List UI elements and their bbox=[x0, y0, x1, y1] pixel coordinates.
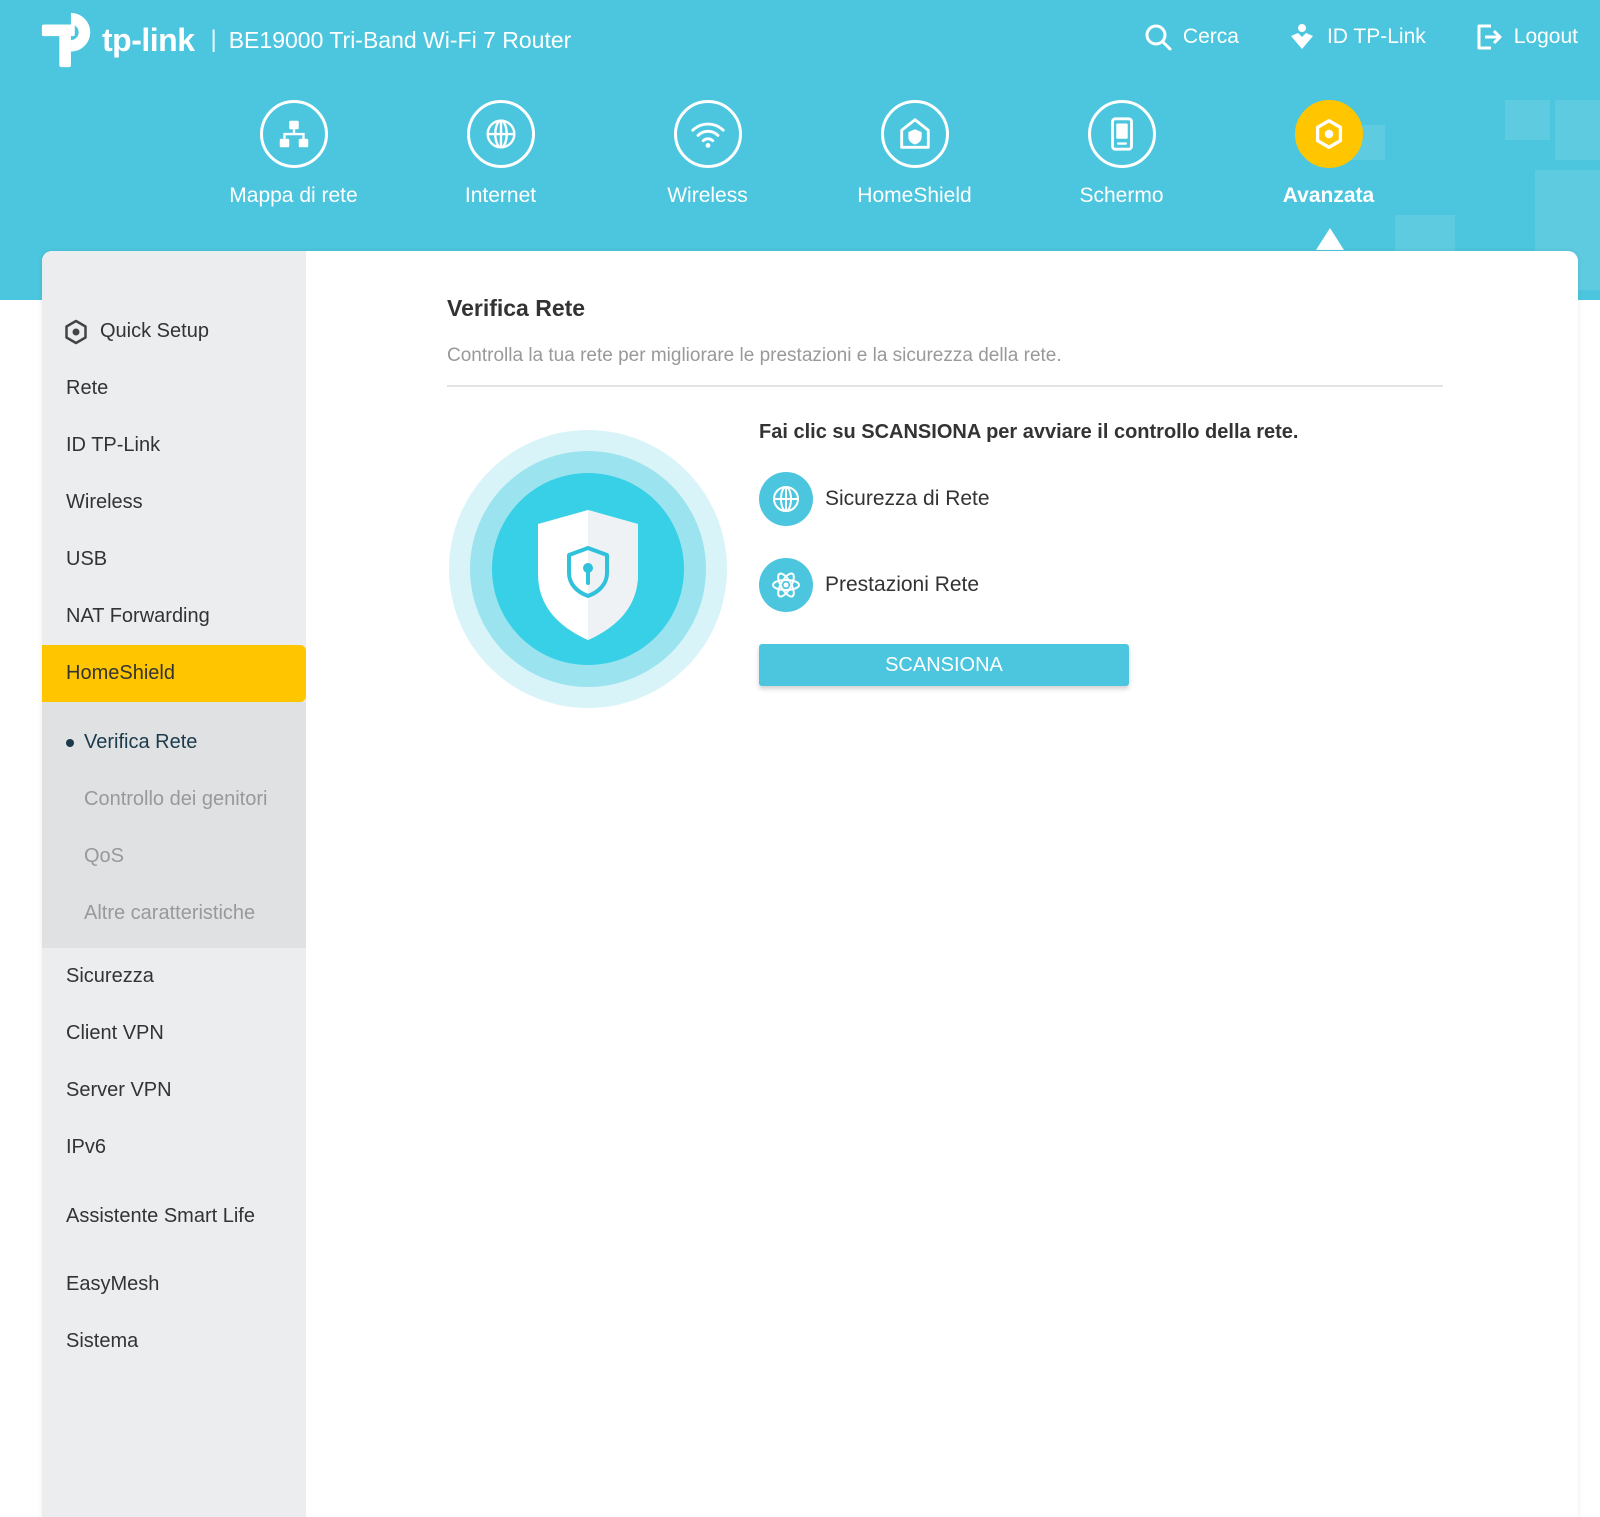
logout-label: Logout bbox=[1513, 25, 1578, 48]
sidebar-item-easymesh[interactable]: EasyMesh bbox=[42, 1256, 306, 1313]
brand-separator: | bbox=[210, 26, 217, 53]
scan-hint: Fai clic su SCANSIONA per avviare il con… bbox=[759, 421, 1299, 443]
sidebar-item-wireless[interactable]: Wireless bbox=[42, 474, 306, 531]
sidebar-item-smart-life[interactable]: Assistente Smart Life bbox=[42, 1176, 306, 1256]
globe-icon bbox=[773, 486, 799, 512]
nav-screen-label: Schermo bbox=[1079, 184, 1164, 207]
page-title: Verifica Rete bbox=[447, 295, 586, 321]
decor-square bbox=[1505, 100, 1550, 140]
check-badge bbox=[759, 558, 813, 612]
check-network-performance: Prestazioni Rete bbox=[759, 558, 1399, 612]
nav-screen-circle bbox=[1087, 100, 1156, 168]
tplink-logo-icon bbox=[41, 12, 91, 68]
nav-homeshield[interactable]: HomeShield bbox=[811, 100, 1018, 208]
sidebar-item-sicurezza[interactable]: Sicurezza bbox=[42, 948, 306, 1005]
logout-button[interactable]: Logout bbox=[1474, 22, 1578, 52]
shield-icon bbox=[449, 430, 727, 708]
network-map-icon bbox=[279, 120, 308, 148]
advanced-gear-icon bbox=[1315, 119, 1342, 149]
sidebar-item-rete[interactable]: Rete bbox=[42, 360, 306, 417]
scan-panel: Fai clic su SCANSIONA per avviare il con… bbox=[759, 421, 1399, 686]
nav-homeshield-label: HomeShield bbox=[857, 184, 972, 207]
nav-advanced-circle bbox=[1294, 100, 1363, 168]
decor-square bbox=[1555, 100, 1600, 160]
check-label: Prestazioni Rete bbox=[825, 573, 980, 596]
homeshield-submenu: Verifica Rete Controllo dei genitori QoS… bbox=[42, 702, 306, 948]
submenu-item-other-features[interactable]: Altre caratteristiche bbox=[42, 885, 306, 942]
globe-icon bbox=[486, 119, 515, 149]
page-description: Controlla la tua rete per migliorare le … bbox=[447, 345, 1062, 366]
top-actions: Cerca ID TP-Link Logout bbox=[1095, 22, 1578, 52]
title-divider bbox=[447, 385, 1443, 387]
search-label: Cerca bbox=[1182, 25, 1239, 48]
search-icon bbox=[1145, 24, 1172, 51]
homeshield-icon bbox=[899, 118, 930, 149]
logout-icon bbox=[1477, 24, 1502, 50]
nav-internet[interactable]: Internet bbox=[397, 100, 604, 208]
check-badge bbox=[759, 472, 813, 526]
submenu-item-verifica-rete[interactable]: Verifica Rete bbox=[42, 714, 306, 771]
brand: tp-link | BE19000 Tri-Band Wi-Fi 7 Route… bbox=[40, 10, 571, 70]
sidebar-item-client-vpn[interactable]: Client VPN bbox=[42, 1005, 306, 1062]
tplink-id-button[interactable]: ID TP-Link bbox=[1287, 22, 1426, 52]
sidebar-item-tplink-id[interactable]: ID TP-Link bbox=[42, 417, 306, 474]
brand-name: tp-link bbox=[102, 21, 195, 58]
nav-internet-label: Internet bbox=[464, 184, 537, 207]
nav-advanced-label: Avanzata bbox=[1282, 184, 1375, 207]
wifi-icon bbox=[690, 122, 725, 148]
check-network-security: Sicurezza di Rete bbox=[759, 472, 1399, 526]
scan-button[interactable]: SCANSIONA bbox=[759, 644, 1129, 686]
nav-wireless-label: Wireless bbox=[667, 184, 748, 207]
main-card: Quick Setup Rete ID TP-Link Wireless USB… bbox=[42, 251, 1578, 1517]
shield-illustration bbox=[447, 428, 729, 710]
main-nav: Mappa di rete Internet Wireless HomeShie… bbox=[190, 100, 1432, 208]
nav-wireless-circle bbox=[673, 100, 742, 168]
nav-wireless[interactable]: Wireless bbox=[604, 100, 811, 208]
nav-network-map-circle bbox=[259, 100, 328, 168]
tplink-id-label: ID TP-Link bbox=[1326, 25, 1426, 48]
sidebar-item-sistema[interactable]: Sistema bbox=[42, 1313, 306, 1370]
sidebar-item-label: Quick Setup bbox=[100, 320, 209, 342]
sidebar-item-nat-forwarding[interactable]: NAT Forwarding bbox=[42, 588, 306, 645]
nav-internet-circle bbox=[466, 100, 535, 168]
search-button[interactable]: Cerca bbox=[1143, 22, 1239, 52]
check-label: Sicurezza di Rete bbox=[825, 487, 990, 510]
submenu-item-parental-controls[interactable]: Controllo dei genitori bbox=[42, 771, 306, 828]
nav-network-map-label: Mappa di rete bbox=[229, 184, 358, 207]
sidebar-item-homeshield[interactable]: HomeShield bbox=[42, 645, 306, 702]
sidebar-item-quick-setup[interactable]: Quick Setup bbox=[42, 303, 306, 360]
submenu-item-qos[interactable]: QoS bbox=[42, 828, 306, 885]
sidebar-item-usb[interactable]: USB bbox=[42, 531, 306, 588]
nav-network-map[interactable]: Mappa di rete bbox=[190, 100, 397, 208]
nav-homeshield-circle bbox=[880, 100, 949, 168]
current-dot bbox=[66, 738, 74, 747]
sidebar-item-server-vpn[interactable]: Server VPN bbox=[42, 1062, 306, 1119]
nav-advanced[interactable]: Avanzata bbox=[1225, 100, 1432, 208]
nav-screen[interactable]: Schermo bbox=[1018, 100, 1225, 208]
nav-active-pointer bbox=[1316, 228, 1344, 250]
screen-icon bbox=[1110, 117, 1133, 151]
sidebar-item-ipv6[interactable]: IPv6 bbox=[42, 1119, 306, 1176]
tplink-id-icon bbox=[1290, 24, 1313, 49]
submenu-item-label: Verifica Rete bbox=[84, 731, 198, 753]
sidebar: Quick Setup Rete ID TP-Link Wireless USB… bbox=[42, 251, 306, 1517]
atom-icon bbox=[772, 572, 800, 598]
quick-setup-gear-icon bbox=[65, 319, 87, 344]
router-model: BE19000 Tri-Band Wi-Fi 7 Router bbox=[228, 26, 572, 53]
